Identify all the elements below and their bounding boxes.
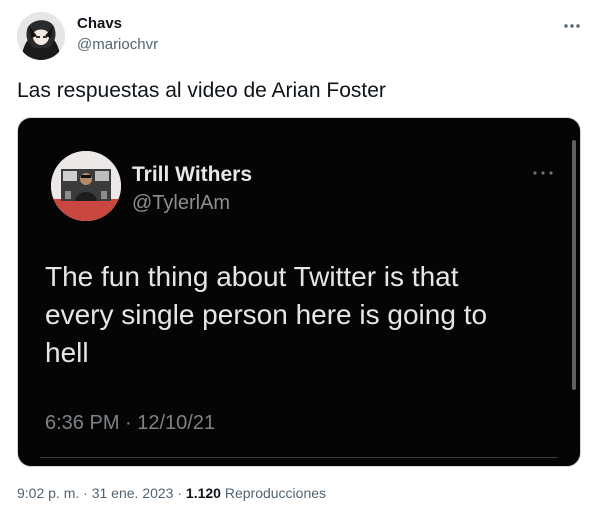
tweet-time[interactable]: 9:02 p. m. bbox=[17, 485, 79, 501]
embedded-tweet-timestamp: 6:36 PM · 12/10/21 bbox=[45, 412, 216, 434]
dots-icon bbox=[533, 171, 553, 175]
meta-separator: · bbox=[173, 485, 186, 501]
author-avatar[interactable] bbox=[17, 12, 65, 60]
embedded-tweet-text: The fun thing about Twitter is that ever… bbox=[45, 261, 488, 368]
tweet-date[interactable]: 31 ene. 2023 bbox=[92, 485, 174, 501]
more-options-button[interactable] bbox=[558, 12, 586, 40]
views-count: 1.120 bbox=[185, 485, 221, 501]
embedded-avatar bbox=[51, 151, 121, 221]
tweet-meta: 9:02 p. m. · 31 ene. 2023 · 1.120 Reprod… bbox=[17, 485, 326, 501]
author-name[interactable]: Chavs bbox=[77, 15, 122, 32]
more-horizontal-icon bbox=[564, 24, 580, 28]
embedded-author-handle: @TylerlAm bbox=[132, 192, 231, 214]
tweet-text: Las respuestas al video de Arian Foster bbox=[17, 79, 386, 102]
tweet-card[interactable]: Chavs @mariochvr Las respuestas al video… bbox=[0, 0, 598, 515]
embedded-scrollbar bbox=[572, 140, 576, 390]
embedded-divider bbox=[40, 457, 558, 458]
meta-separator: · bbox=[79, 485, 92, 501]
tweet-media-image[interactable]: Trill Withers @TylerlAm The fun thing ab… bbox=[17, 117, 581, 467]
author-handle[interactable]: @mariochvr bbox=[77, 36, 158, 53]
avatar-image bbox=[17, 12, 65, 60]
views-label: Reproducciones bbox=[220, 485, 327, 501]
embedded-author-name: Trill Withers bbox=[132, 163, 253, 186]
embedded-avatar-image bbox=[51, 151, 121, 221]
